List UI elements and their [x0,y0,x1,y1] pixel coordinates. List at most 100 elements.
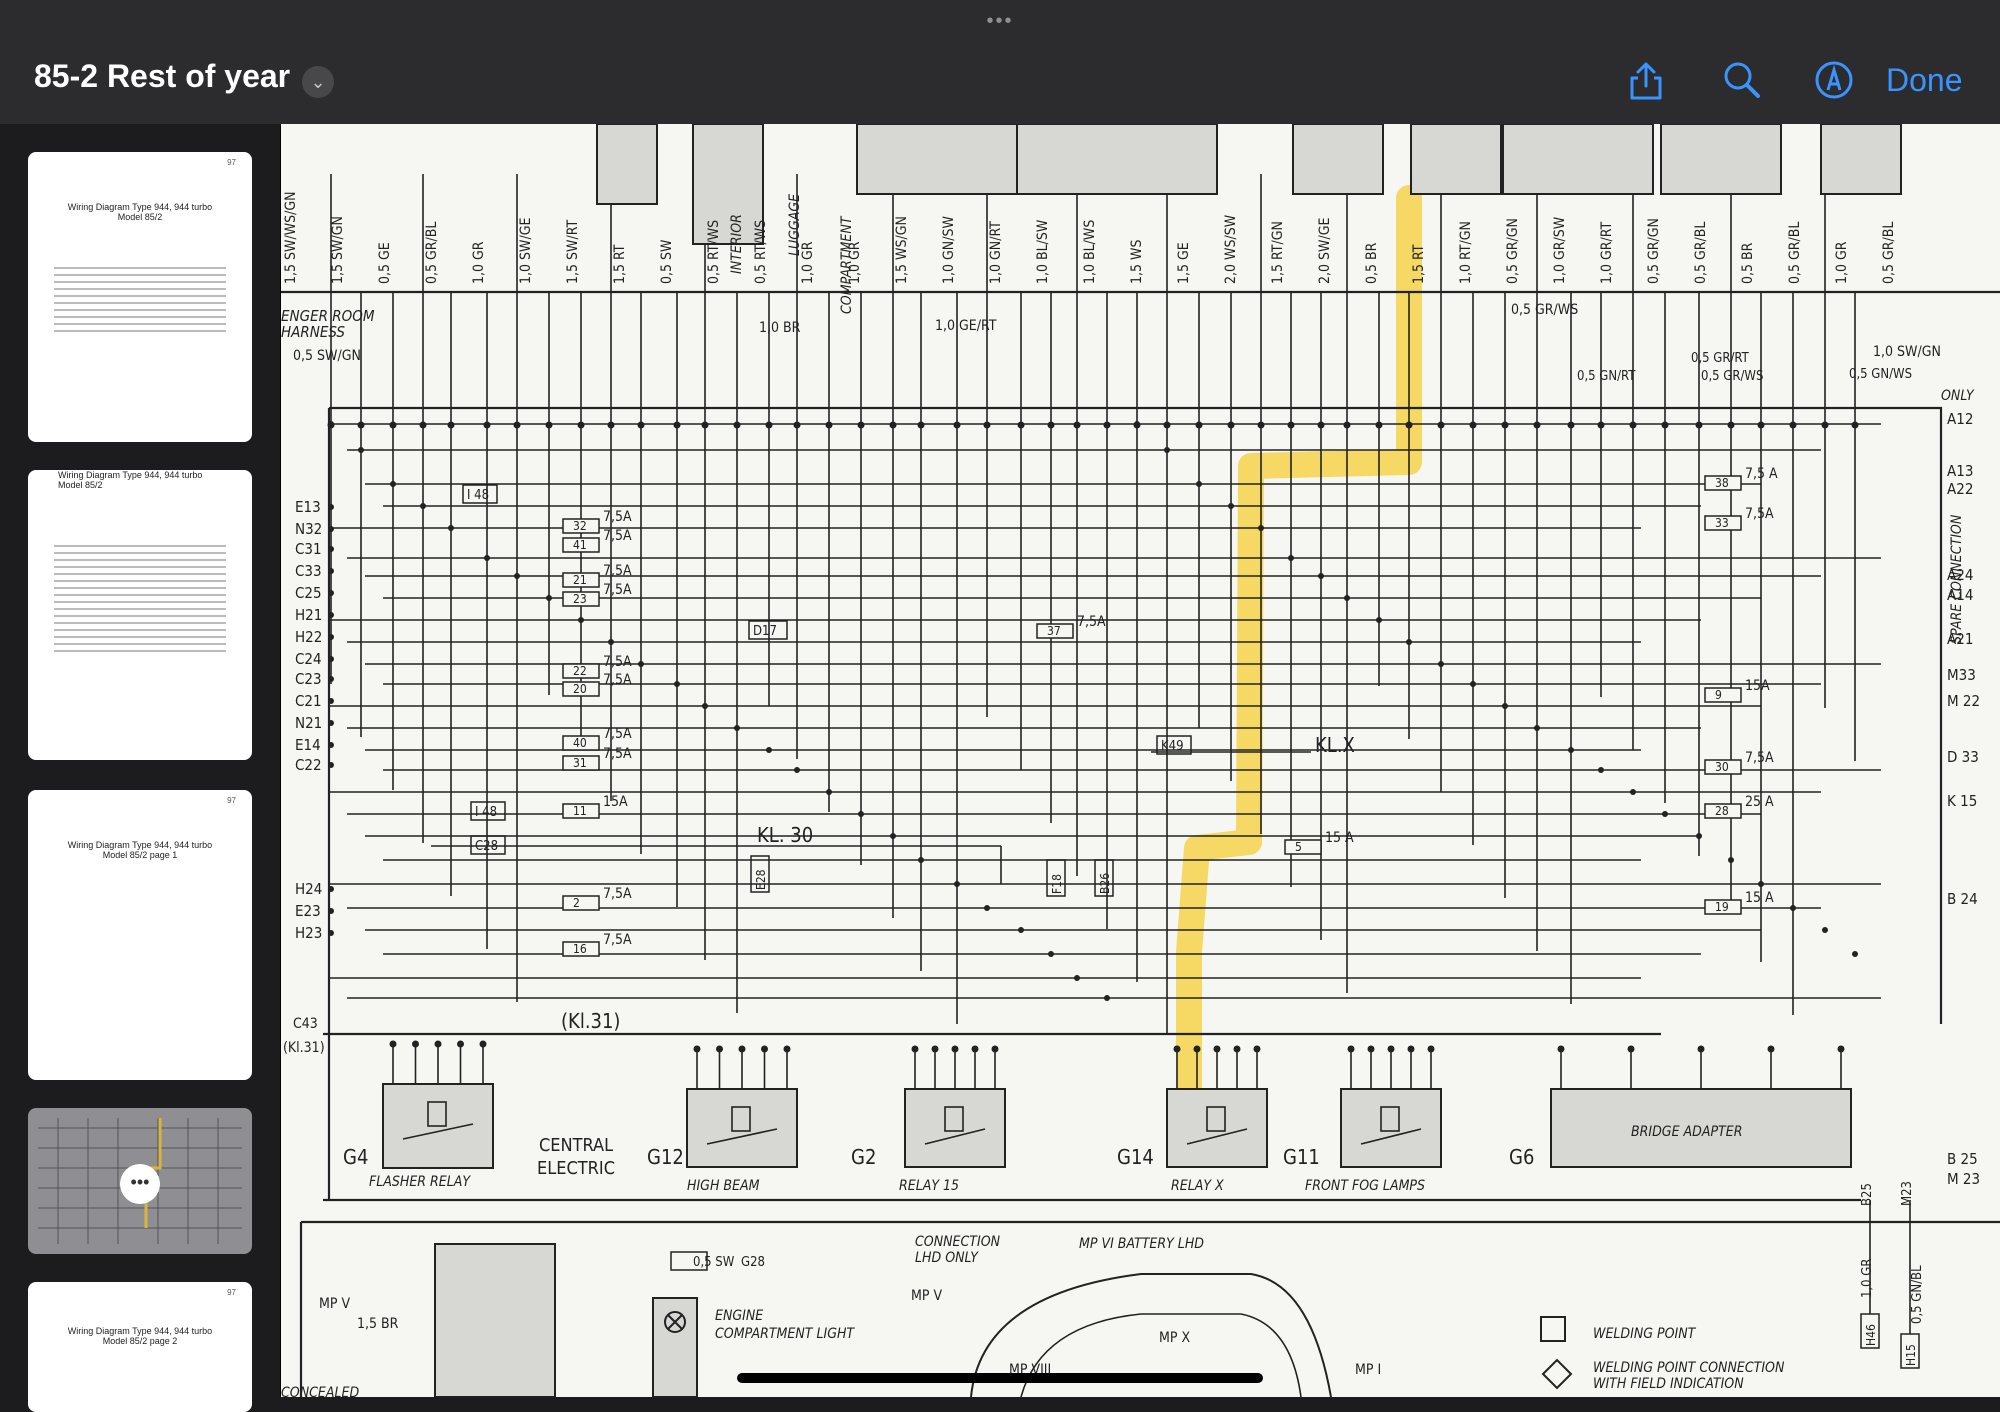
junction-dot [420,503,426,509]
markup-icon[interactable] [1812,58,1856,102]
relay-box [904,1088,1006,1168]
only-label: ONLY [1941,388,1975,404]
junction-dot [1228,503,1234,509]
top-wire-label: 2,0 SW/GE [1317,218,1333,284]
mp5b-label: MP V [911,1288,942,1304]
junction-dot [889,421,897,429]
wire-label: 1,5 BR [357,1316,399,1332]
top-wire-label: 0,5 BR [1364,242,1380,284]
junction-dot [1103,421,1111,429]
fuse-rating: 7,5A [603,582,632,598]
junction-dot [1837,1045,1845,1053]
d17-label: D17 [753,624,777,639]
fuse-body [562,895,600,911]
junction-dot [1627,1045,1635,1053]
relay-g2: G2 RELAY 15 [851,1045,1006,1194]
fuse-body [1284,839,1322,855]
junction-dot [328,546,334,552]
junction-dot [783,1045,791,1053]
top-wire-label: 1,0 BL/SW [1035,219,1051,284]
junction-dot [1347,1045,1355,1053]
battery-label: MP VI BATTERY LHD [1079,1236,1204,1252]
connector-label: H24 [295,880,322,898]
junction-dot [701,421,709,429]
engine-light-label-2: COMPARTMENT LIGHT [715,1326,855,1342]
fuse-number: 38 [1715,476,1729,490]
thumbnail-page-number: 97 [227,158,236,167]
connector-label: B 24 [1947,890,1978,908]
junction-dot [825,421,833,429]
connector-label: C31 [295,540,322,558]
junction-dot [389,1040,397,1048]
top-wire-label: 0,5 GR/BL [1881,222,1897,284]
junction-dot [1257,421,1265,429]
fuse-group: 32 7,5A 41 7,5A 21 7,5A 23 7,5A 22 7,5A 20 7,5A 40 7,… [562,466,1778,957]
junction-dot [1502,703,1508,709]
wire-label: 0,5 GN/RT [1577,369,1636,384]
fuse-number: 28 [1715,804,1729,818]
junction-dot [1758,881,1764,887]
done-button[interactable]: Done [1886,62,1963,99]
top-wire-label: 1,0 RT/GN [1458,221,1474,284]
junction-dot [1438,661,1444,667]
connector-label: E14 [295,736,321,754]
connector-label: H23 [295,924,322,942]
junction-dot [991,1045,999,1053]
connector-label: C22 [295,756,322,774]
top-wire-label: 1,5 GE [1176,242,1192,284]
junction-dot [693,1045,701,1053]
fuse-number: 41 [573,538,587,552]
connector-label: M 23 [1947,1170,1980,1188]
junction-dot [1134,421,1140,427]
junction-dot [484,555,490,561]
thumbnail-page-number: 97 [227,1288,236,1297]
junction-dot [1344,595,1350,601]
junction-dot [1343,421,1351,429]
junction-dot [1662,811,1668,817]
share-icon[interactable] [1624,58,1668,102]
junction-dot [1258,525,1264,531]
search-icon[interactable] [1720,58,1764,102]
page-thumbnail-4-selected[interactable]: ••• [28,1108,252,1254]
connection-label-2: LHD ONLY [915,1250,979,1266]
junction-dot [1376,617,1382,623]
page-thumbnail-5[interactable]: 97 Wiring Diagram Type 944, 944 turbo Mo… [28,1282,252,1412]
top-wire-label: 0,5 RT/WS [753,220,769,284]
junction-dot [1407,1045,1415,1053]
connector-label: (Kl.31) [283,1040,325,1056]
fuse-number: 19 [1715,900,1729,914]
junction-dot [1437,421,1445,429]
junction-dot [794,767,800,773]
junction-dot [1728,857,1734,863]
junction-dot [1696,833,1702,839]
junction-dot [734,725,740,731]
wiring-diagram-page[interactable]: 1,5 SW/WS/GN 1,5 SW/GN 0,5 GE 0,5 GR/BL 1,0 … [281,124,2000,1397]
relay-name: BRIDGE ADAPTER [1631,1124,1742,1140]
junction-dot [1233,1045,1241,1053]
junction-dot [733,421,741,429]
b25-label: B25 [1860,1183,1875,1206]
junction-dot [716,1045,723,1053]
fuse: 16 7,5A [562,932,632,957]
page-thumbnail-1[interactable]: 97 Wiring Diagram Type 944, 944 turbo Mo… [28,152,252,442]
chevron-down-icon[interactable]: ⌄ [302,66,334,98]
fuse-rating: 7,5A [603,886,632,902]
junction-dot [328,504,334,510]
toolbar: ••• 85-2 Rest of year ⌄ Done [0,0,2000,124]
junction-dot [984,905,990,911]
more-options-icon[interactable]: ••• [120,1164,160,1204]
kl31-label: (Kl.31) [561,1009,620,1033]
page-thumbnail-3[interactable]: 97 Wiring Diagram Type 944, 944 turbo Mo… [28,790,252,1080]
junction-dot [448,525,454,531]
top-wire-label: 1,5 RT [612,244,628,284]
connector-label: H22 [295,628,322,646]
junction-dot [1852,951,1858,957]
more-options-grabber[interactable]: ••• [980,11,1020,31]
junction-dot [513,421,521,429]
junction-dot [674,681,680,687]
junction-dot [858,811,864,817]
page-thumbnail-2[interactable]: Wiring Diagram Type 944, 944 turbo Model… [28,470,252,760]
document-title[interactable]: 85-2 Rest of year [34,58,290,95]
fuse: 28 25 A [1704,794,1774,819]
thumbnail-title: Wiring Diagram Type 944, 944 turbo Model… [67,1326,213,1346]
